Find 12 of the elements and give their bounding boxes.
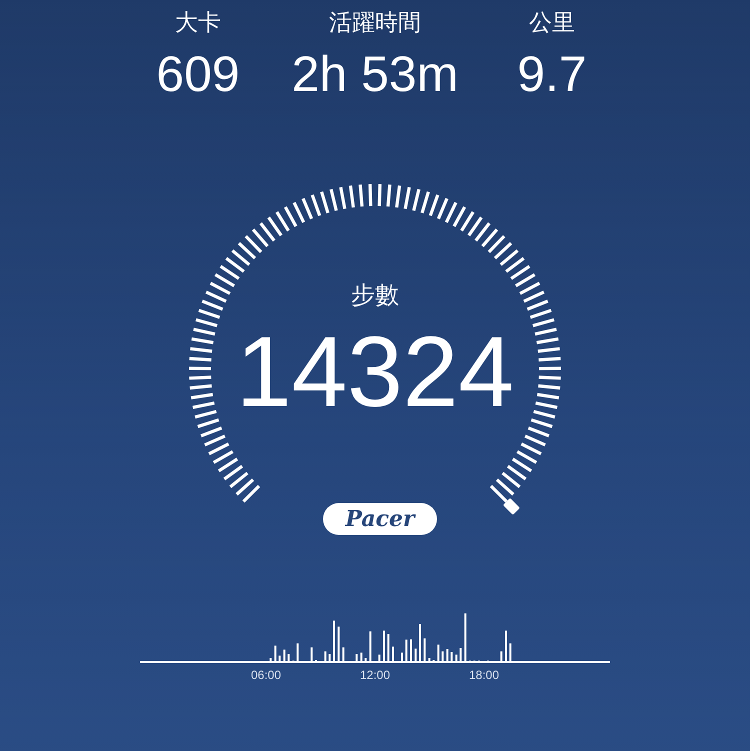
time-label: 06:00 xyxy=(250,668,282,682)
stat-label: 大卡 xyxy=(175,8,221,37)
stat-label: 活躍時間 xyxy=(329,8,421,37)
stat-value: 2h 53m xyxy=(292,45,458,104)
steps-count: 14324 xyxy=(236,317,514,427)
time-label: 18:00 xyxy=(468,668,500,682)
stat-value: 609 xyxy=(156,45,240,104)
time-label: 12:00 xyxy=(358,668,392,682)
stat-label: 公里 xyxy=(529,8,575,37)
stat-value: 9.7 xyxy=(517,45,587,104)
pacer-logo: Pacer xyxy=(323,503,437,535)
steps-label: 步數 xyxy=(351,281,399,311)
